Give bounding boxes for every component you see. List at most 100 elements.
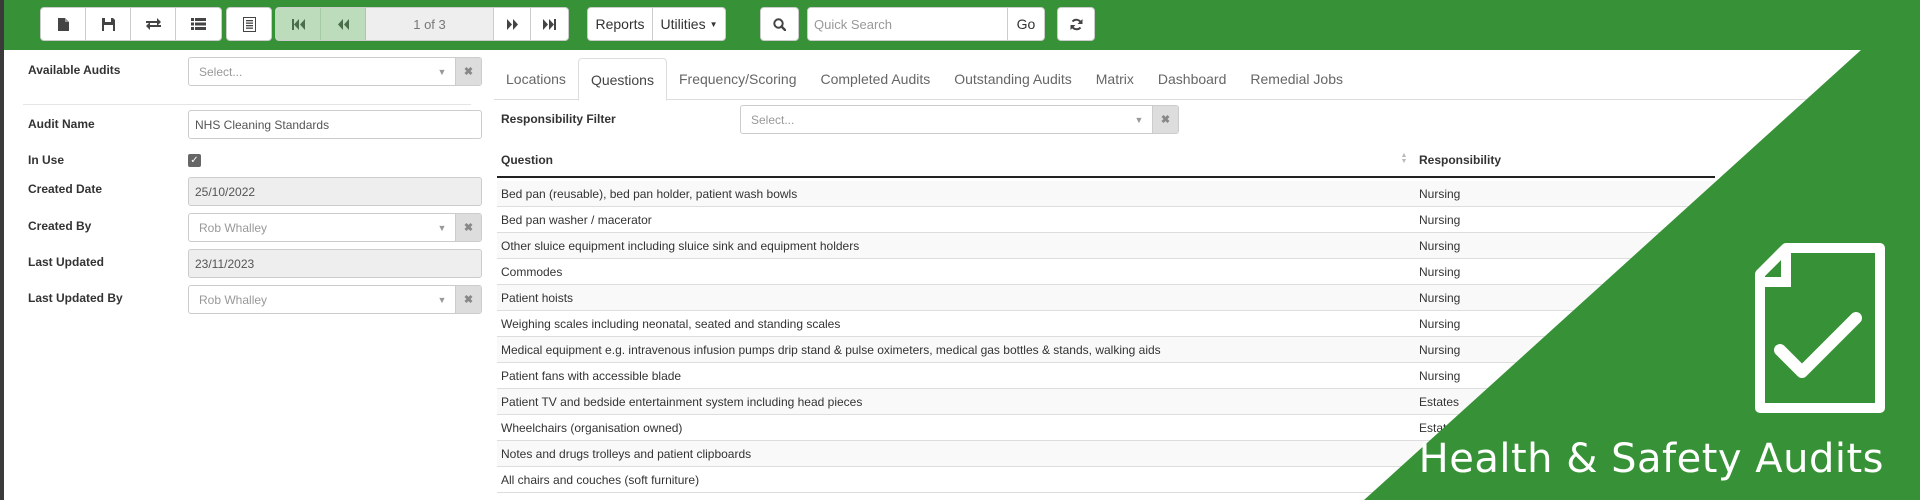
question-cell: All chairs and couches (soft furniture)	[501, 473, 700, 487]
responsibility-cell: Nursing	[1419, 369, 1461, 383]
table-row[interactable]: Wheelchairs (organisation owned) Estates	[497, 415, 1920, 441]
tab-outstanding-audits[interactable]: Outstanding Audits	[942, 58, 1084, 100]
table-row[interactable]: Notes and drugs trolleys and patient cli…	[497, 441, 1920, 467]
in-use-label: In Use	[28, 153, 65, 167]
clear-icon[interactable]: ✖	[455, 214, 481, 241]
audit-tabs: Locations Questions Frequency/Scoring Co…	[494, 58, 1920, 101]
question-cell: Patient fans with accessible blade	[501, 369, 682, 383]
save-icon	[101, 17, 115, 31]
responsibility-filter-label: Responsibility Filter	[501, 112, 616, 126]
question-cell: Notes and drugs trolleys and patient cli…	[501, 447, 752, 461]
available-audits-label: Available Audits	[28, 63, 121, 77]
menu-group: Reports Utilities ▼	[587, 7, 726, 41]
created-by-select[interactable]: Rob Whalley ▼ ✖	[188, 213, 482, 242]
search-button[interactable]	[761, 8, 798, 40]
table-row[interactable]: Bed pan washer / macerator Nursing	[497, 207, 1920, 233]
responsibility-cell: Estates	[1419, 395, 1460, 409]
responsibility-cell: Nursing	[1419, 343, 1461, 357]
last-page-button[interactable]	[531, 8, 568, 40]
table-row[interactable]: Other sluice equipment including sluice …	[497, 233, 1920, 259]
audit-name-label: Audit Name	[28, 117, 95, 131]
toolbar: 1 of 3 Reports Utilities ▼ Go	[4, 0, 1920, 50]
audit-name-input[interactable]: NHS Cleaning Standards	[188, 110, 482, 139]
caret-down-icon: ▼	[437, 294, 447, 305]
table-row[interactable]: Patient hoists Nursing	[497, 285, 1920, 311]
refresh-button[interactable]	[1058, 8, 1094, 40]
responsibility-cell: Nursing	[1419, 213, 1461, 227]
next-page-button[interactable]	[494, 8, 531, 40]
question-cell: Medical equipment e.g. intravenous infus…	[501, 343, 1161, 357]
caret-down-icon: ▼	[709, 19, 718, 29]
document-list-icon	[242, 16, 256, 32]
tab-matrix[interactable]: Matrix	[1084, 58, 1146, 100]
tab-frequency-scoring[interactable]: Frequency/Scoring	[667, 58, 809, 100]
clear-icon[interactable]: ✖	[455, 58, 481, 85]
question-cell: Bed pan washer / macerator	[501, 213, 652, 227]
table-row[interactable]: Weighing scales including neonatal, seat…	[497, 311, 1920, 337]
question-cell: Weighing scales including neonatal, seat…	[501, 317, 841, 331]
last-updated-by-label: Last Updated By	[28, 291, 123, 305]
utilities-dropdown[interactable]: Utilities ▼	[653, 8, 725, 40]
responsibility-cell: Nursing	[1419, 317, 1461, 331]
column-header-question[interactable]: Question	[501, 153, 553, 167]
table-row[interactable]: Medical equipment e.g. intravenous infus…	[497, 337, 1920, 363]
responsibility-cell: Estates	[1419, 421, 1460, 435]
last-updated-by-value: Rob Whalley	[199, 292, 268, 307]
tab-locations[interactable]: Locations	[494, 58, 578, 100]
caret-down-icon: ▼	[437, 66, 447, 77]
form-divider	[23, 104, 471, 105]
quick-search-input[interactable]	[808, 8, 1008, 40]
file-icon	[57, 17, 69, 31]
last-updated-field: 23/11/2023	[188, 249, 482, 278]
question-cell: Patient TV and bedside entertainment sys…	[501, 395, 863, 409]
new-record-button[interactable]	[41, 8, 86, 40]
utilities-label: Utilities	[660, 16, 706, 32]
responsibility-cell: Nursing	[1419, 187, 1461, 201]
tab-remedial-jobs[interactable]: Remedial Jobs	[1238, 58, 1355, 100]
table-row[interactable]: Patient fans with accessible blade Nursin…	[497, 363, 1920, 389]
caret-down-icon: ▼	[437, 222, 447, 233]
table-row[interactable]: Patient TV and bedside entertainment sys…	[497, 389, 1920, 415]
list-view-button[interactable]	[176, 8, 221, 40]
tab-completed-audits[interactable]: Completed Audits	[809, 58, 943, 100]
refresh-group	[1057, 7, 1095, 41]
clear-icon[interactable]: ✖	[455, 286, 481, 313]
questions-table-header: Question ▲ ▼ Responsibility	[497, 145, 1715, 178]
created-by-label: Created By	[28, 219, 92, 233]
sort-icon[interactable]: ▲ ▼	[1400, 152, 1408, 165]
first-page-button[interactable]	[276, 8, 321, 40]
quick-search-group: Go	[807, 7, 1045, 41]
search-icon	[773, 17, 786, 31]
next-page-icon	[506, 18, 518, 30]
created-by-value: Rob Whalley	[199, 220, 268, 235]
previous-page-button[interactable]	[321, 8, 366, 40]
go-button[interactable]: Go	[1008, 8, 1044, 40]
question-cell: Other sluice equipment including sluice …	[501, 239, 860, 253]
window-edge	[0, 0, 4, 500]
transfer-button[interactable]	[131, 8, 176, 40]
page-indicator: 1 of 3	[366, 8, 494, 40]
tab-dashboard[interactable]: Dashboard	[1146, 58, 1239, 100]
clear-icon[interactable]: ✖	[1152, 106, 1178, 133]
tab-questions[interactable]: Questions	[577, 58, 667, 101]
created-date-label: Created Date	[28, 182, 103, 196]
in-use-checkbox[interactable]: ✓	[188, 154, 201, 167]
save-button[interactable]	[86, 8, 131, 40]
questions-table-body: Bed pan (reusable), bed pan holder, pati…	[497, 181, 1920, 493]
responsibility-filter: Select... ▼ ✖	[740, 105, 1179, 134]
column-header-responsibility[interactable]: Responsibility	[1419, 153, 1501, 167]
responsibility-cell: Nursing	[1419, 265, 1461, 279]
reports-button[interactable]: Reports	[588, 8, 653, 40]
previous-page-icon	[337, 18, 349, 30]
table-row[interactable]: Commodes Nursing	[497, 259, 1920, 285]
table-row[interactable]: Bed pan (reusable), bed pan holder, pati…	[497, 181, 1920, 207]
table-row[interactable]: All chairs and couches (soft furniture)	[497, 467, 1920, 493]
available-audits-select[interactable]: Select... ▼ ✖	[188, 57, 482, 86]
last-updated-by-select[interactable]: Rob Whalley ▼ ✖	[188, 285, 482, 314]
report-view-group	[226, 7, 272, 41]
last-page-icon	[543, 18, 556, 30]
search-toggle-group	[760, 7, 799, 41]
report-view-button[interactable]	[227, 8, 271, 40]
responsibility-filter-select[interactable]: Select... ▼ ✖	[740, 105, 1179, 134]
question-cell: Wheelchairs (organisation owned)	[501, 421, 683, 435]
